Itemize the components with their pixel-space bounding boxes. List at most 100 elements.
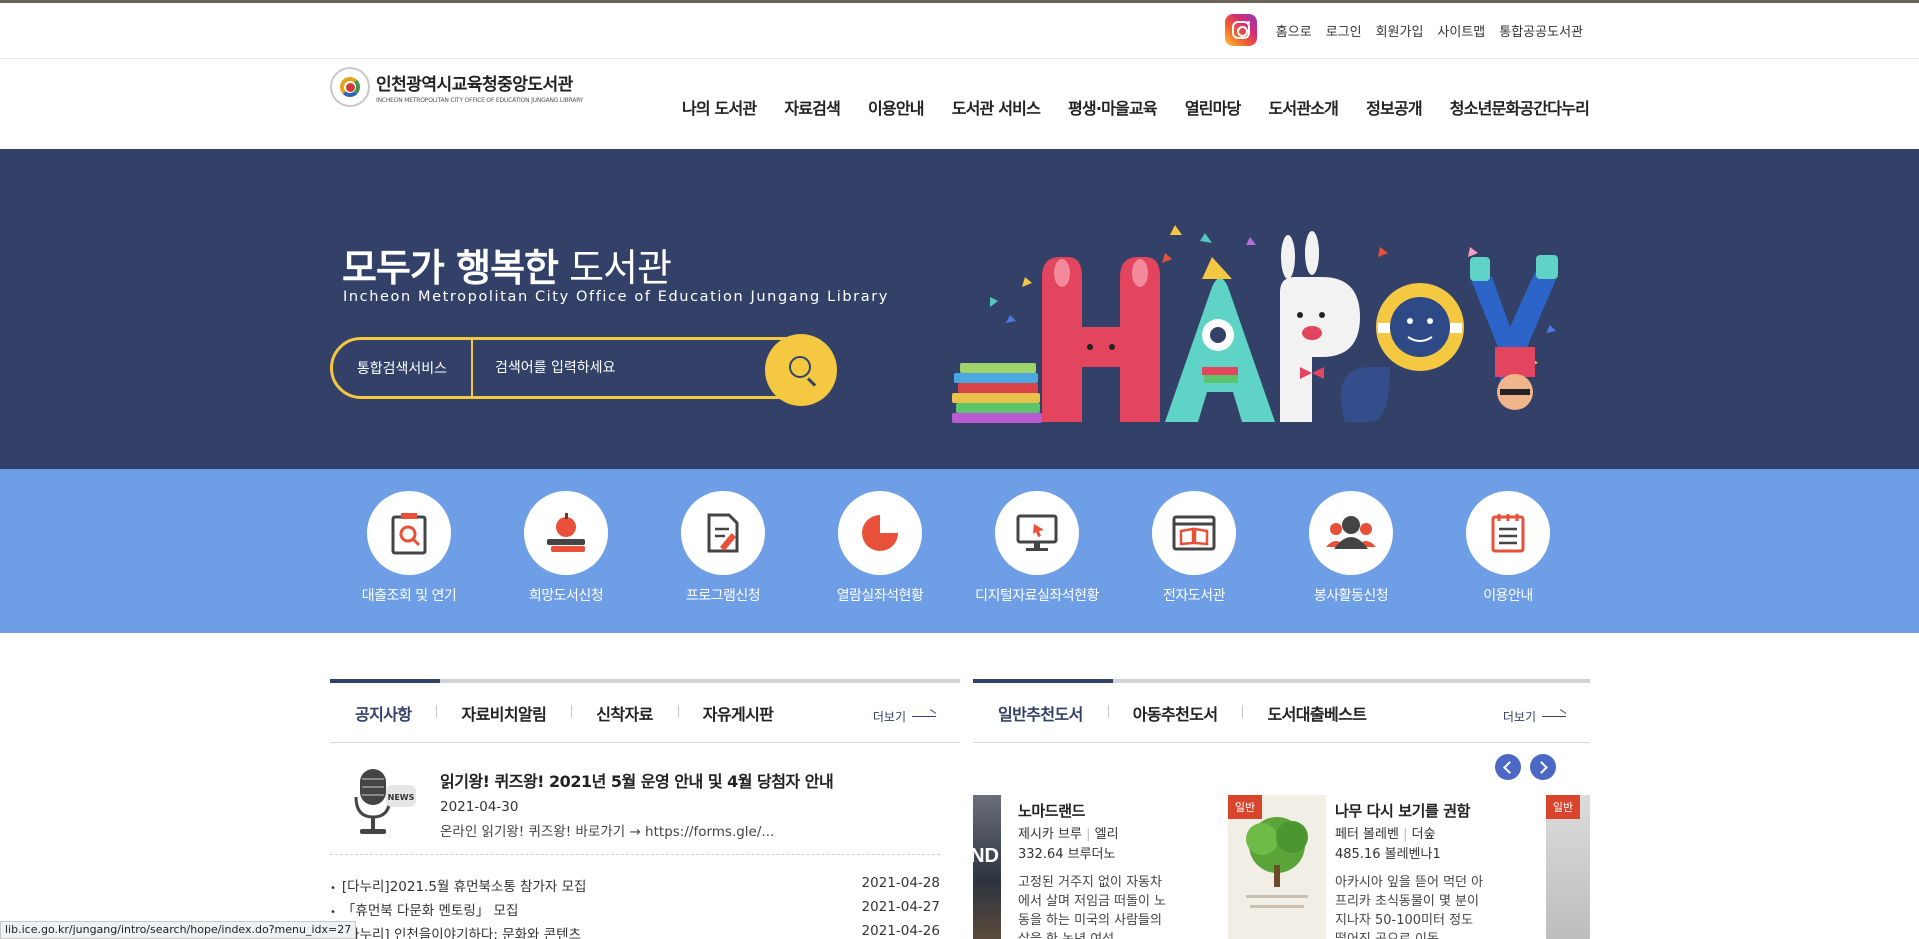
featured-notice-desc: 온라인 읽기왕! 퀴즈왕! 바로가기 → https://forms.gle/.…: [440, 824, 775, 840]
quick-label: 디지털자료실좌석현황: [975, 588, 1099, 604]
tab-material-alert[interactable]: 자료비치알림: [436, 701, 571, 725]
notice-date: 2021-04-28: [861, 875, 940, 891]
quick-loan-search[interactable]: 대출조회 및 연기: [330, 491, 488, 605]
search-button[interactable]: [765, 334, 837, 406]
nav-my-library[interactable]: 나의 도서관: [654, 95, 757, 119]
book-cover[interactable]: 일반: [1546, 795, 1590, 939]
status-bar-url: lib.ice.go.kr/jungang/intro/search/hope/…: [0, 921, 357, 939]
quick-digital-room-seats[interactable]: 디지털자료실좌석현황: [958, 491, 1116, 605]
integrated-library-link[interactable]: 통합공공도서관: [1492, 21, 1590, 40]
nav-lifelong-education[interactable]: 평생·마을교육: [1040, 95, 1158, 119]
book-publisher: 더숲: [1411, 827, 1436, 842]
book-cover[interactable]: 일반: [1228, 795, 1326, 939]
notice-board: 공지사항 자료비치알림 신착자료 자유게시판 더보기 NEWS 읽기왕! 퀴즈왕…: [330, 679, 960, 939]
site-logo[interactable]: 인천광역시교육청중앙도서관 INCHEON METROPOLITAN CITY …: [330, 67, 583, 107]
hero-title: 모두가 행복한 도서관: [342, 237, 672, 292]
happy-characters-illustration: [952, 225, 1558, 423]
notice-date: 2021-04-26: [861, 923, 940, 939]
hero-banner: 모두가 행복한 도서관 Incheon Metropolitan City Of…: [0, 149, 1919, 469]
nav-search[interactable]: 자료검색: [756, 95, 840, 119]
notepad-icon: [1466, 491, 1550, 575]
quick-reading-room-seats[interactable]: 열람실좌석현황: [801, 491, 959, 605]
search-icon: [789, 356, 811, 378]
notice-tabs: 공지사항 자료비치알림 신착자료 자유게시판 더보기: [330, 683, 960, 743]
featured-notice-title[interactable]: 읽기왕! 퀴즈왕! 2021년 5월 운영 안내 및 4월 당첨자 안내: [440, 768, 834, 792]
book-author-name: 제시카 브루: [1018, 827, 1082, 842]
logo-subtitle: INCHEON METROPOLITAN CITY OFFICE OF EDUC…: [376, 97, 584, 104]
loan-search-icon: [367, 491, 451, 575]
book-cover[interactable]: AND: [973, 795, 1001, 939]
book-author: 제시카 브루 | 엘리: [1018, 827, 1119, 842]
quick-program[interactable]: 프로그램신청: [644, 491, 802, 605]
more-label: 더보기: [1502, 710, 1536, 724]
nav-about[interactable]: 도서관소개: [1241, 95, 1339, 119]
hero-subtitle: Incheon Metropolitan City Office of Educ…: [343, 289, 889, 305]
quick-label: 봉사활동신청: [1313, 588, 1389, 604]
search-box: 통합검색서비스: [330, 334, 837, 406]
pie-chart-icon: [838, 491, 922, 575]
hero-title-bold: 모두가 행복한: [342, 246, 559, 290]
tab-new-arrivals[interactable]: 신착자료: [571, 701, 677, 725]
notice-date: 2021-04-27: [861, 899, 940, 915]
nav-guide[interactable]: 이용안내: [840, 95, 924, 119]
list-item[interactable]: [다누리]2021.5월 휴먼북소통 참가자 모집 2021-04-28: [330, 875, 940, 899]
quick-label: 전자도서관: [1163, 588, 1225, 604]
signup-link[interactable]: 회원가입: [1369, 21, 1431, 40]
book-description: 고정된 거주지 없이 자동차에서 살며 저임금 떠돌이 노동을 하는 미국의 사…: [1018, 875, 1167, 939]
featured-notice[interactable]: NEWS 읽기왕! 퀴즈왕! 2021년 5월 운영 안내 및 4월 당첨자 안…: [330, 743, 940, 855]
book-author: 페터 볼레벤 | 더숲: [1335, 827, 1436, 842]
book-title[interactable]: 노마드랜드: [1018, 800, 1085, 821]
list-item[interactable]: [다누리] 인천을이야기하다: 문화와 콘텐츠 2021-04-26: [330, 923, 940, 939]
nav-library-service[interactable]: 도서관 서비스: [924, 95, 1041, 119]
login-link[interactable]: 로그인: [1319, 21, 1369, 40]
people-icon: [1309, 491, 1393, 575]
tab-children-recommend[interactable]: 아동추천도서: [1107, 701, 1243, 725]
arrow-right-icon: [912, 716, 936, 717]
quick-menu: 대출조회 및 연기 희망도서신청 프로그램신청 열람실좌석현황 디지털자료실좌석…: [0, 469, 1919, 633]
featured-notice-date: 2021-04-30: [440, 799, 519, 815]
main-navigation: 나의 도서관 자료검색 이용안내 도서관 서비스 평생·마을교육 열린마당 도서…: [654, 95, 1590, 119]
nav-open-square[interactable]: 열린마당: [1157, 95, 1241, 119]
book-call-number: 332.64 브루더노: [1018, 847, 1116, 862]
logo-title: 인천광역시교육청중앙도서관: [376, 75, 573, 95]
notice-title: 「휴먼북 다문화 멘토링」 모집: [330, 899, 519, 923]
sitemap-link[interactable]: 사이트맵: [1430, 21, 1492, 40]
quick-label: 희망도서신청: [528, 588, 604, 604]
book-title[interactable]: 나무 다시 보기를 권함: [1335, 800, 1470, 821]
quick-label: 프로그램신청: [685, 588, 761, 604]
utility-links: 홈으로 로그인 회원가입 사이트맵 통합공공도서관: [1224, 14, 1590, 46]
book-description: 아카시아 잎을 뜯어 먹던 아프리카 초식동물이 몇 분이 지나자 50-100…: [1335, 875, 1484, 939]
quick-volunteer[interactable]: 봉사활동신청: [1272, 491, 1430, 605]
header: 인천광역시교육청중앙도서관 INCHEON METROPOLITAN CITY …: [0, 59, 1919, 149]
ebook-window-icon: [1152, 491, 1236, 575]
book-publisher: 엘리: [1094, 827, 1119, 842]
tab-notice[interactable]: 공지사항: [330, 701, 436, 725]
news-microphone-icon: NEWS: [354, 769, 416, 834]
tab-loan-best[interactable]: 도서대출베스트: [1242, 701, 1391, 725]
quick-ebook-library[interactable]: 전자도서관: [1115, 491, 1273, 605]
notice-title: [다누리] 인천을이야기하다: 문화와 콘텐츠: [330, 923, 581, 939]
search-category-select[interactable]: 통합검색서비스: [333, 340, 473, 396]
quick-usage-guide[interactable]: 이용안내: [1429, 491, 1587, 605]
tree-illustration: [1246, 817, 1308, 908]
more-link[interactable]: 더보기: [873, 708, 936, 725]
home-link[interactable]: 홈으로: [1269, 21, 1319, 40]
quick-wish-book[interactable]: 희망도서신청: [487, 491, 645, 605]
carousel-next-button[interactable]: [1530, 754, 1556, 780]
book-author-name: 페터 볼레벤: [1335, 827, 1399, 842]
nav-info-disclosure[interactable]: 정보공개: [1338, 95, 1422, 119]
more-link[interactable]: 더보기: [1503, 708, 1566, 725]
carousel-prev-button[interactable]: [1495, 754, 1521, 780]
tab-general-recommend[interactable]: 일반추천도서: [973, 701, 1108, 725]
tab-free-board[interactable]: 자유게시판: [677, 701, 799, 725]
nav-danuri[interactable]: 청소년문화공간다누리: [1422, 95, 1590, 119]
notice-title: [다누리]2021.5월 휴먼북소통 참가자 모집: [330, 875, 587, 899]
quick-label: 이용안내: [1483, 588, 1533, 604]
instagram-icon[interactable]: [1224, 14, 1257, 46]
logo-emblem-icon: [330, 67, 370, 107]
hero-title-light: 도서관: [569, 246, 672, 290]
document-pen-icon: [681, 491, 765, 575]
recommended-books-board: 일반추천도서 아동추천도서 도서대출베스트 더보기: [973, 679, 1590, 743]
book-carousel: AND 노마드랜드 제시카 브루 | 엘리 332.64 브루더노 고정된 거주…: [973, 795, 1590, 939]
list-item[interactable]: 「휴먼북 다문화 멘토링」 모집 2021-04-27: [330, 899, 940, 923]
